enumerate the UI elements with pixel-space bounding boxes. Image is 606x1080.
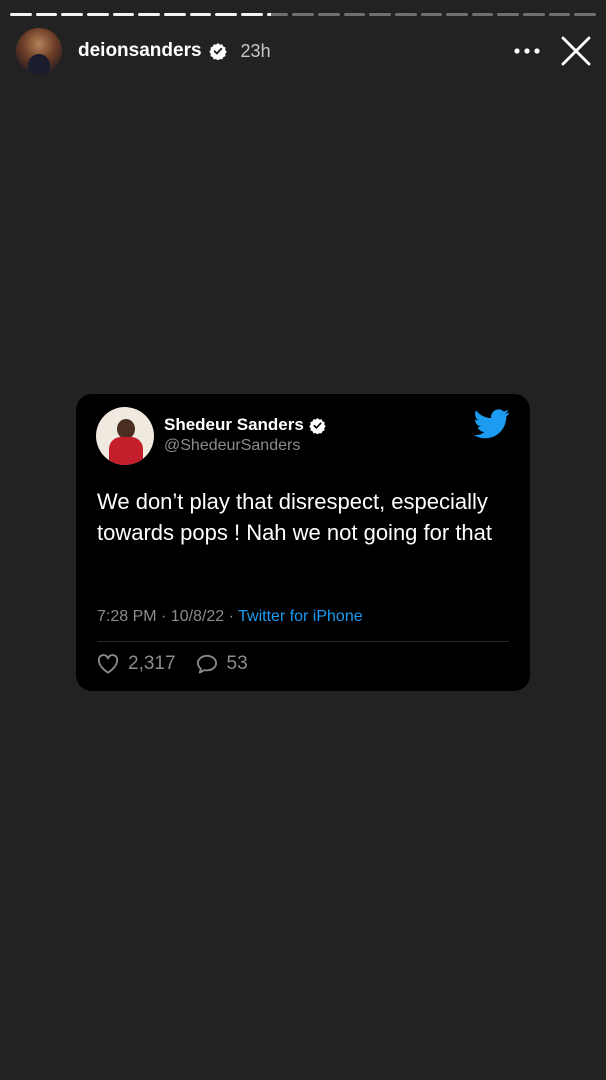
progress-segment xyxy=(189,13,212,16)
like-stat[interactable]: 2,317 xyxy=(97,653,176,675)
more-options-icon xyxy=(514,48,540,54)
tweet-author: Shedeur Sanders xyxy=(164,415,326,435)
verified-badge-icon xyxy=(309,417,326,434)
progress-segment xyxy=(343,13,366,16)
progress-segment xyxy=(163,13,186,16)
avatar[interactable] xyxy=(16,28,62,74)
heart-icon xyxy=(97,654,119,674)
reply-bubble-icon xyxy=(196,654,217,674)
progress-segment xyxy=(112,13,135,16)
progress-segment xyxy=(497,13,520,16)
progress-segment xyxy=(548,13,571,16)
more-options-button[interactable] xyxy=(510,34,544,68)
tweet-author-avatar[interactable] xyxy=(96,407,154,465)
tweet-author-name[interactable]: Shedeur Sanders xyxy=(164,415,304,435)
verified-badge-icon xyxy=(208,43,227,60)
close-icon xyxy=(561,36,591,66)
story-header: deionsanders 23h xyxy=(16,28,594,74)
tweet-timestamp[interactable]: 7:28 PM · 10/8/22 · xyxy=(97,608,238,625)
progress-segment xyxy=(292,13,314,16)
tweet-meta: 7:28 PM · 10/8/22 · Twitter for iPhone xyxy=(97,608,363,626)
progress-segment-current xyxy=(266,13,289,16)
progress-segment xyxy=(138,13,160,16)
progress-segment xyxy=(215,13,237,16)
progress-segment xyxy=(10,13,32,16)
story-viewer: deionsanders 23h Shedeur Sanders @Shedeu… xyxy=(0,0,606,1080)
progress-segment xyxy=(240,13,263,16)
progress-segment xyxy=(61,13,83,16)
progress-segment xyxy=(574,13,597,16)
tweet-card[interactable]: Shedeur Sanders @ShedeurSanders We don’t… xyxy=(76,394,530,691)
progress-segment xyxy=(35,13,58,16)
progress-segment xyxy=(394,13,417,16)
progress-segment xyxy=(369,13,391,16)
twitter-bird-icon xyxy=(474,409,510,439)
close-button[interactable] xyxy=(558,33,594,69)
story-progress-bar xyxy=(10,13,597,17)
progress-segment xyxy=(446,13,468,16)
progress-segment xyxy=(523,13,545,16)
tweet-text: We don’t play that disrespect, especiall… xyxy=(97,489,493,545)
progress-segment xyxy=(317,13,340,16)
progress-segment xyxy=(420,13,443,16)
progress-segment xyxy=(471,13,494,16)
tweet-author-handle[interactable]: @ShedeurSanders xyxy=(164,437,300,455)
reply-stat[interactable]: 53 xyxy=(196,653,248,675)
tweet-stats: 2,317 53 xyxy=(97,653,248,675)
story-time-ago: 23h xyxy=(240,40,271,61)
progress-segment xyxy=(86,13,109,16)
tweet-source[interactable]: Twitter for iPhone xyxy=(238,608,363,625)
divider xyxy=(97,641,509,642)
username[interactable]: deionsanders xyxy=(78,40,202,62)
reply-count: 53 xyxy=(226,653,248,674)
like-count: 2,317 xyxy=(128,653,176,674)
